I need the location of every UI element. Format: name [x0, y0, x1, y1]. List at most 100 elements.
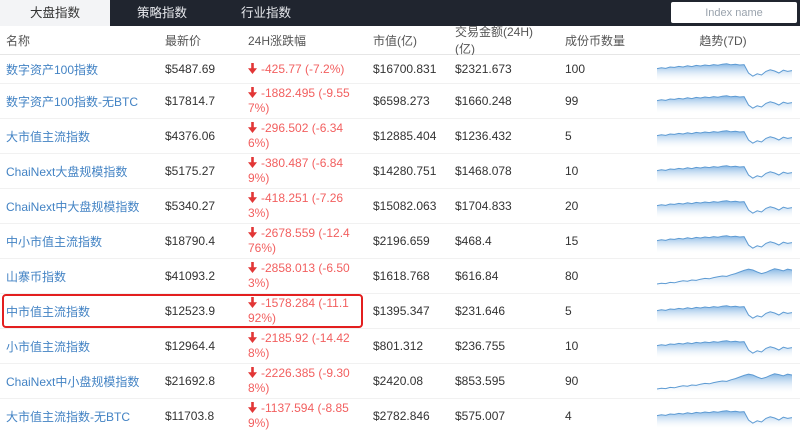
table-row: ChaiNext中小盘规模指数 $21692.8 -2226.385 (-9.3…: [0, 364, 800, 399]
change-value: -418.251 (-7.263%): [248, 191, 343, 220]
latest-price: $18790.4: [160, 234, 243, 248]
latest-price: $12964.4: [160, 339, 243, 353]
index-name-link[interactable]: ChaiNext中大盘规模指数: [0, 198, 160, 215]
change-24h: -1578.284 (-11.192%): [243, 294, 363, 328]
change-24h: -2858.013 (-6.503%): [243, 259, 363, 293]
table-row: 大市值主流指数 $4376.06 -296.502 (-6.346%) $128…: [0, 119, 800, 154]
coin-count: 90: [547, 374, 652, 388]
latest-price: $12523.9: [160, 304, 243, 318]
trend-cell: [652, 402, 800, 430]
market-cap: $6598.273: [363, 94, 450, 108]
tab-industry-index[interactable]: 行业指数: [214, 0, 318, 26]
down-arrow-icon: [248, 87, 257, 102]
change-24h: -425.77 (-7.2%): [243, 60, 363, 79]
market-cap: $2420.08: [363, 374, 450, 388]
index-name-link[interactable]: 数字资产100指数-无BTC: [0, 93, 160, 110]
latest-price: $21692.8: [160, 374, 243, 388]
trend-sparkline: [657, 404, 792, 428]
trend-cell: [652, 227, 800, 255]
trend-cell: [652, 122, 800, 150]
trend-cell: [652, 262, 800, 290]
change-value: -1578.284 (-11.192%): [248, 296, 349, 325]
table-row: 中市值主流指数 $12523.9 -1578.284 (-11.192%) $1…: [0, 294, 800, 329]
change-24h: -2185.92 (-14.428%): [243, 329, 363, 363]
volume-24h: $231.646: [450, 304, 547, 318]
down-arrow-icon: [248, 192, 257, 207]
table-row: 小市值主流指数 $12964.4 -2185.92 (-14.428%) $80…: [0, 329, 800, 364]
market-cap: $1395.347: [363, 304, 450, 318]
top-tab-bar: 大盘指数 策略指数 行业指数: [0, 0, 800, 26]
index-name-search-input[interactable]: [671, 2, 797, 23]
coin-count: 4: [547, 409, 652, 423]
trend-sparkline: [657, 369, 792, 393]
trend-cell: [652, 332, 800, 360]
market-cap: $12885.404: [363, 129, 450, 143]
trend-cell: [652, 157, 800, 185]
coin-count: 5: [547, 304, 652, 318]
volume-24h: $616.84: [450, 269, 547, 283]
market-cap: $1618.768: [363, 269, 450, 283]
latest-price: $4376.06: [160, 129, 243, 143]
index-name-link[interactable]: 中市值主流指数: [0, 303, 160, 320]
down-arrow-icon: [248, 367, 257, 382]
coin-count: 80: [547, 269, 652, 283]
coin-count: 10: [547, 339, 652, 353]
table-row: 中小市值主流指数 $18790.4 -2678.559 (-12.476%) $…: [0, 224, 800, 259]
index-name-link[interactable]: ChaiNext大盘规模指数: [0, 163, 160, 180]
volume-24h: $468.4: [450, 234, 547, 248]
change-24h: -1882.495 (-9.557%): [243, 84, 363, 118]
index-name-link[interactable]: 数字资产100指数: [0, 61, 160, 78]
table-row: ChaiNext中大盘规模指数 $5340.27 -418.251 (-7.26…: [0, 189, 800, 224]
volume-24h: $1236.432: [450, 129, 547, 143]
trend-cell: [652, 87, 800, 115]
latest-price: $5340.27: [160, 199, 243, 213]
latest-price: $11703.8: [160, 409, 243, 423]
down-arrow-icon: [248, 262, 257, 277]
coin-count: 100: [547, 62, 652, 76]
coin-count: 10: [547, 164, 652, 178]
index-name-link[interactable]: 中小市值主流指数: [0, 233, 160, 250]
coin-count: 99: [547, 94, 652, 108]
table-row: 山寨币指数 $41093.2 -2858.013 (-6.503%) $1618…: [0, 259, 800, 294]
tab-market-index[interactable]: 大盘指数: [0, 0, 110, 26]
trend-sparkline: [657, 89, 792, 113]
change-value: -2226.385 (-9.308%): [248, 366, 350, 395]
change-value: -1137.594 (-8.859%): [248, 401, 349, 430]
tab-strategy-index[interactable]: 策略指数: [110, 0, 214, 26]
change-value: -2678.559 (-12.476%): [248, 226, 350, 255]
volume-24h: $236.755: [450, 339, 547, 353]
trend-sparkline: [657, 264, 792, 288]
change-value: -1882.495 (-9.557%): [248, 86, 350, 115]
table-row: 数字资产100指数 $5487.69 -425.77 (-7.2%) $1670…: [0, 55, 800, 84]
trend-cell: [652, 55, 800, 83]
down-arrow-icon: [248, 402, 257, 417]
market-cap: $801.312: [363, 339, 450, 353]
index-name-link[interactable]: 大市值主流指数: [0, 128, 160, 145]
index-name-link[interactable]: 大市值主流指数-无BTC: [0, 408, 160, 425]
market-cap: $15082.063: [363, 199, 450, 213]
volume-24h: $575.007: [450, 409, 547, 423]
down-arrow-icon: [248, 157, 257, 172]
table-row: ChaiNext大盘规模指数 $5175.27 -380.487 (-6.849…: [0, 154, 800, 189]
change-24h: -2226.385 (-9.308%): [243, 364, 363, 398]
trend-cell: [652, 297, 800, 325]
trend-sparkline: [657, 229, 792, 253]
index-name-link[interactable]: 山寨币指数: [0, 268, 160, 285]
trend-cell: [652, 192, 800, 220]
latest-price: $17814.7: [160, 94, 243, 108]
col-header-marketcap: 市值(亿): [363, 32, 450, 49]
volume-24h: $1660.248: [450, 94, 547, 108]
index-name-link[interactable]: ChaiNext中小盘规模指数: [0, 373, 160, 390]
volume-24h: $1468.078: [450, 164, 547, 178]
index-name-link[interactable]: 小市值主流指数: [0, 338, 160, 355]
volume-24h: $2321.673: [450, 62, 547, 76]
latest-price: $5487.69: [160, 62, 243, 76]
volume-24h: $1704.833: [450, 199, 547, 213]
volume-24h: $853.595: [450, 374, 547, 388]
market-cap: $14280.751: [363, 164, 450, 178]
col-header-change: 24H涨跌幅: [243, 32, 363, 49]
market-cap: $2782.846: [363, 409, 450, 423]
change-24h: -1137.594 (-8.859%): [243, 399, 363, 432]
down-arrow-icon: [248, 122, 257, 137]
down-arrow-icon: [248, 63, 257, 78]
